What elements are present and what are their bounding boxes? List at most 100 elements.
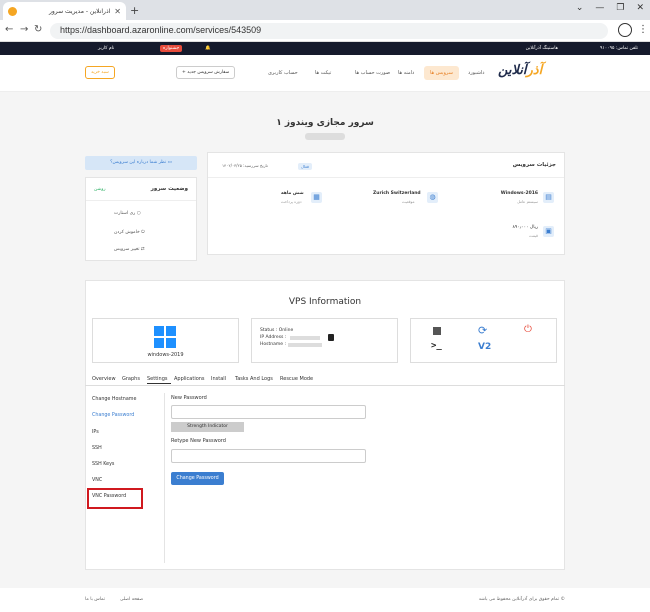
nav-services[interactable]: سرویس ها bbox=[424, 66, 459, 80]
tab-rescue-mode[interactable]: Rescue Mode bbox=[280, 376, 313, 382]
divider bbox=[208, 177, 564, 178]
hostname-value-blurred bbox=[288, 343, 322, 347]
window-controls: ⌄ — ❐ ✕ bbox=[576, 3, 644, 13]
favicon-icon bbox=[8, 6, 17, 16]
nav-account[interactable]: حساب کاربری bbox=[268, 70, 298, 76]
due-date: تاریخ سررسید: ۱۴۰۲/۰۳/۲۵ bbox=[222, 163, 268, 168]
ip-value-blurred bbox=[290, 336, 320, 340]
top-info-bar: تلفن تماس: ۹۱۰۰۹۵ هاستینگ آذرآنلاین جشنو… bbox=[0, 42, 650, 55]
refresh-icon[interactable]: ⟳ bbox=[478, 324, 487, 337]
change-password-button[interactable]: Change Password bbox=[171, 472, 224, 485]
shutdown-action[interactable]: ⏻ خاموش کردن bbox=[114, 229, 145, 235]
new-password-label: New Password bbox=[171, 395, 207, 401]
site-logo[interactable]: آذرآنلاین bbox=[498, 63, 542, 78]
new-password-input[interactable] bbox=[171, 405, 366, 419]
windows-icon: ▤ bbox=[543, 192, 554, 203]
tab-install[interactable]: Install bbox=[211, 376, 226, 382]
change-service-action[interactable]: ⇄ تغییر سرویس bbox=[114, 247, 145, 252]
service-details-title: جزئیات سرویس bbox=[512, 162, 556, 168]
restart-action[interactable]: ○ ری استارت bbox=[114, 211, 141, 216]
copyright: © تمام حقوق برای آذرآنلاین محفوظ می باشد bbox=[478, 597, 565, 602]
profile-icon[interactable] bbox=[618, 23, 632, 37]
tab-tasks-logs[interactable]: Tasks And Logs bbox=[235, 376, 273, 382]
location-label: موقعیت bbox=[402, 199, 415, 204]
logo-part-b: آنلاین bbox=[498, 63, 527, 78]
calendar-icon: ▦ bbox=[311, 192, 322, 203]
retype-password-input[interactable] bbox=[171, 449, 366, 463]
tab-overview[interactable]: Overview bbox=[92, 376, 116, 382]
side-change-hostname[interactable]: Change Hostname bbox=[92, 397, 136, 402]
footer-contact-link[interactable]: تماس با ما bbox=[85, 597, 105, 602]
cart-button[interactable]: سبد خرید bbox=[85, 66, 115, 79]
status-badge: فعال bbox=[298, 163, 312, 170]
status-line: Status : Online bbox=[260, 328, 294, 333]
power-icon[interactable]: ⏻ bbox=[524, 324, 532, 335]
service-details-card: جزئیات سرویس فعال تاریخ سررسید: ۱۴۰۲/۰۳/… bbox=[207, 152, 565, 255]
hostname-label: Hostname : bbox=[260, 342, 286, 347]
service-id-badge bbox=[305, 133, 345, 140]
tab-settings[interactable]: Settings bbox=[147, 376, 168, 382]
side-change-password[interactable]: Change Password bbox=[92, 413, 134, 418]
os-label: windows-2019 bbox=[147, 352, 184, 358]
url-input[interactable]: https://dashboard.azaronline.com/service… bbox=[50, 23, 608, 39]
new-tab-icon[interactable]: + bbox=[130, 4, 139, 17]
minimize-icon[interactable]: — bbox=[595, 3, 604, 13]
page-title: ۱ سرور مجازی ویندوز bbox=[276, 118, 374, 128]
status-title: وضعیت سرور bbox=[150, 186, 188, 192]
tab-title: آذرآنلاین - مدیریت سرور bbox=[48, 7, 111, 15]
close-window-icon[interactable]: ✕ bbox=[636, 3, 644, 13]
vnc-icon[interactable]: V2 bbox=[478, 342, 491, 352]
divider bbox=[86, 200, 196, 201]
hosting-link[interactable]: هاستینگ آذرآنلاین bbox=[526, 46, 558, 51]
feedback-label: نظر شما درباره این سرویس؟ bbox=[110, 160, 167, 165]
price-label: قیمت bbox=[529, 233, 538, 238]
side-ssh[interactable]: SSH bbox=[92, 446, 102, 451]
side-vnc[interactable]: VNC bbox=[92, 478, 102, 483]
os-label: سیستم عامل bbox=[517, 199, 538, 204]
browser-tab[interactable]: آذرآنلاین - مدیریت سرور ✕ bbox=[3, 2, 126, 20]
account-link[interactable]: نام کاربر bbox=[98, 46, 114, 51]
nav-tickets[interactable]: تیکت ها bbox=[315, 70, 331, 76]
maximize-icon[interactable]: ❐ bbox=[616, 3, 624, 13]
os-value: Windows-2016 bbox=[500, 191, 538, 196]
location-value: Zurich Switzerland bbox=[373, 191, 421, 196]
menu-divider bbox=[164, 393, 165, 563]
nav-invoices[interactable]: صورت حساب ها bbox=[355, 70, 390, 76]
stop-icon[interactable] bbox=[433, 327, 441, 335]
chevron-down-icon[interactable]: ⌄ bbox=[576, 3, 584, 13]
copy-icon[interactable] bbox=[328, 334, 334, 341]
feedback-button[interactable]: ▭ نظر شما درباره این سرویس؟ bbox=[85, 156, 197, 170]
vps-title: VPS Information bbox=[288, 297, 362, 307]
actions-box: ⟳ ⏻ >_ V2 bbox=[410, 318, 557, 363]
forward-icon[interactable]: → bbox=[20, 24, 28, 35]
bell-icon[interactable]: 🔔 bbox=[205, 46, 211, 51]
side-ssh-keys[interactable]: SSH Keys bbox=[92, 462, 114, 467]
logo-part-a: آذر bbox=[526, 63, 543, 78]
tabs-divider bbox=[85, 385, 565, 386]
change-service-label: تغییر سرویس bbox=[114, 247, 140, 252]
strength-indicator: Strength Indicator bbox=[171, 422, 244, 432]
chat-icon: ▭ bbox=[166, 160, 172, 165]
windows-logo-icon bbox=[154, 326, 176, 348]
nav-domains[interactable]: دامنه ها bbox=[398, 70, 414, 76]
active-tab-indicator bbox=[147, 383, 171, 384]
back-icon[interactable]: ← bbox=[5, 24, 13, 35]
tab-graphs[interactable]: Graphs bbox=[122, 376, 140, 382]
tab-applications[interactable]: Applications bbox=[174, 376, 205, 382]
promo-badge[interactable]: جشنواره bbox=[160, 45, 183, 52]
globe-icon: ◍ bbox=[427, 192, 438, 203]
retype-password-label: Retype New Password bbox=[171, 438, 226, 444]
footer-home-link[interactable]: صفحه اصلی bbox=[120, 597, 143, 602]
console-icon[interactable]: >_ bbox=[431, 341, 442, 351]
close-tab-icon[interactable]: ✕ bbox=[114, 7, 121, 16]
phone-text: تلفن تماس: ۹۱۰۰۹۵ bbox=[599, 46, 638, 51]
highlight-box bbox=[87, 488, 143, 509]
reload-icon[interactable]: ↻ bbox=[34, 24, 42, 35]
server-status-card: وضعیت سرور روشن ○ ری استارت ⏻ خاموش کردن… bbox=[85, 177, 197, 261]
nav-dashboard[interactable]: داشبورد bbox=[468, 70, 485, 76]
menu-icon[interactable]: ⋮ bbox=[638, 24, 648, 35]
order-service-button[interactable]: + سفارش سرویس جدید bbox=[176, 66, 236, 79]
period-label: دوره پرداخت bbox=[281, 199, 302, 204]
price-value: ۸۹۰٫۰۰۰ ریال bbox=[512, 225, 539, 230]
side-ips[interactable]: IPs bbox=[92, 430, 99, 435]
